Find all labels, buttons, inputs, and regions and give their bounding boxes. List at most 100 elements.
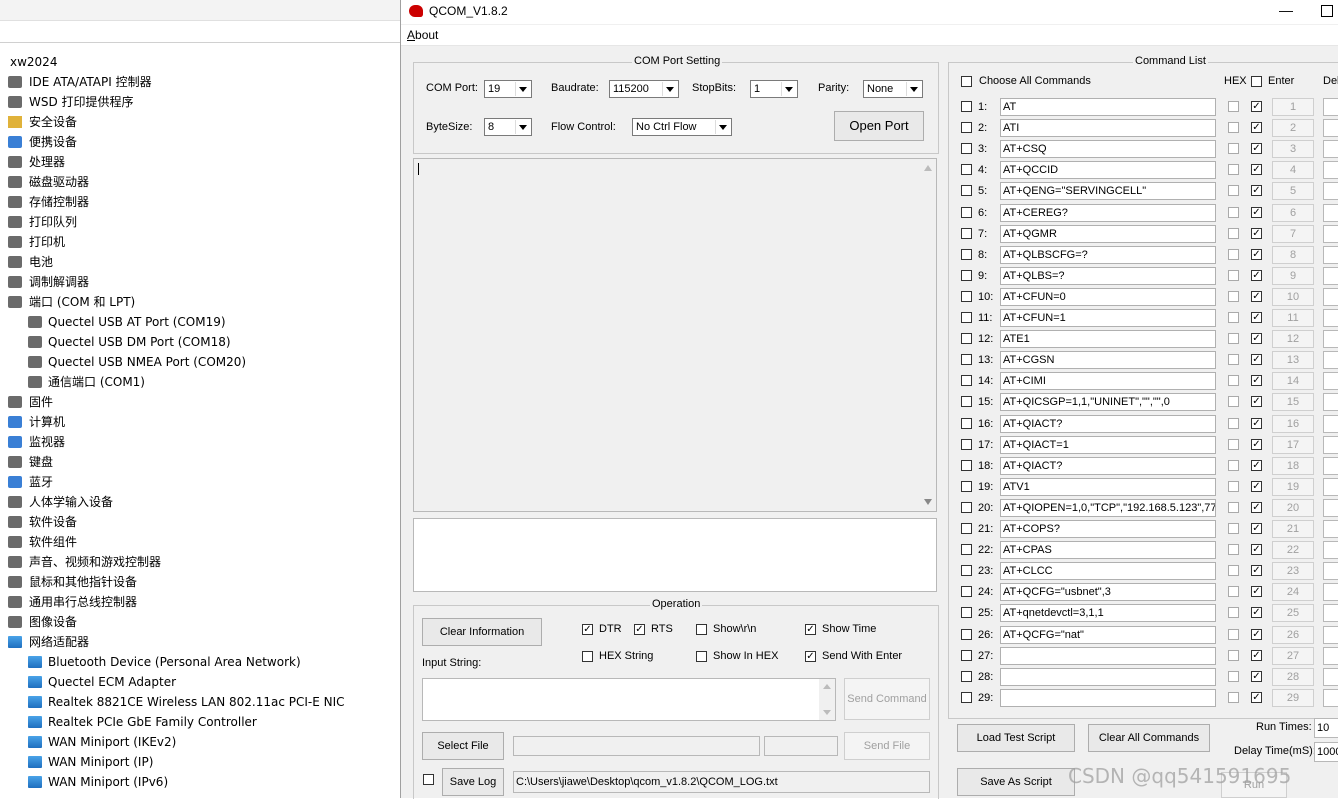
command-select-checkbox[interactable] [961, 649, 972, 661]
command-delay-field[interactable] [1323, 583, 1338, 602]
tree-item[interactable]: 计算机 [0, 412, 400, 432]
command-enter-checkbox[interactable]: ✓ [1251, 565, 1262, 577]
save-log-button[interactable]: Save Log [442, 768, 504, 796]
command-enter-checkbox[interactable]: ✓ [1251, 649, 1262, 661]
command-send-button[interactable]: 22 [1272, 541, 1314, 560]
tree-item[interactable]: 网络适配器 [0, 632, 400, 652]
command-delay-field[interactable] [1323, 266, 1338, 285]
command-hex-checkbox[interactable] [1228, 375, 1239, 387]
save-log-checkbox[interactable] [423, 774, 434, 785]
tree-item[interactable]: 图像设备 [0, 612, 400, 632]
command-hex-checkbox[interactable] [1228, 480, 1239, 492]
command-hex-checkbox[interactable] [1228, 354, 1239, 366]
command-send-button[interactable]: 9 [1272, 266, 1314, 285]
command-select-checkbox[interactable] [961, 544, 972, 556]
tree-item[interactable]: WAN Miniport (IKEv2) [0, 732, 400, 752]
command-delay-field[interactable] [1323, 287, 1338, 306]
tree-item[interactable]: 软件设备 [0, 512, 400, 532]
command-input[interactable]: AT+QENG="SERVINGCELL" [1000, 182, 1216, 201]
command-send-button[interactable]: 6 [1272, 203, 1314, 222]
flow-control-select[interactable]: No Ctrl Flow [632, 118, 732, 136]
tree-item[interactable]: 监视器 [0, 432, 400, 452]
command-enter-checkbox[interactable]: ✓ [1251, 544, 1262, 556]
command-send-button[interactable]: 13 [1272, 351, 1314, 370]
command-select-checkbox[interactable] [961, 206, 972, 218]
command-input[interactable] [1000, 646, 1216, 665]
command-send-button[interactable]: 24 [1272, 583, 1314, 602]
tree-item[interactable]: Realtek 8821CE Wireless LAN 802.11ac PCI… [0, 692, 400, 712]
command-delay-field[interactable] [1323, 203, 1338, 222]
command-enter-checkbox[interactable]: ✓ [1251, 122, 1262, 134]
command-input[interactable]: AT+CGSN [1000, 351, 1216, 370]
command-select-checkbox[interactable] [961, 565, 972, 577]
select-file-button[interactable]: Select File [422, 732, 504, 760]
hex-string-checkbox[interactable] [582, 651, 593, 662]
command-delay-field[interactable] [1323, 477, 1338, 496]
command-delay-field[interactable] [1323, 520, 1338, 538]
clear-all-commands-button[interactable]: Clear All Commands [1088, 724, 1210, 752]
stopbits-select[interactable]: 1 [750, 80, 798, 98]
command-enter-checkbox[interactable]: ✓ [1251, 438, 1262, 450]
command-input[interactable]: AT+QGMR [1000, 224, 1216, 243]
tree-item[interactable]: 便携设备 [0, 132, 400, 152]
command-hex-checkbox[interactable] [1228, 248, 1239, 260]
command-select-checkbox[interactable] [961, 438, 972, 450]
command-hex-checkbox[interactable] [1228, 670, 1239, 682]
command-hex-checkbox[interactable] [1228, 565, 1239, 577]
command-delay-field[interactable] [1323, 182, 1338, 201]
command-hex-checkbox[interactable] [1228, 206, 1239, 218]
command-select-checkbox[interactable] [961, 375, 972, 387]
clear-information-button[interactable]: Clear Information [422, 618, 542, 646]
command-input[interactable]: AT [1000, 98, 1216, 116]
dtr-checkbox[interactable]: ✓ [582, 624, 593, 635]
command-enter-checkbox[interactable]: ✓ [1251, 269, 1262, 281]
command-enter-checkbox[interactable]: ✓ [1251, 459, 1262, 471]
command-enter-checkbox[interactable]: ✓ [1251, 333, 1262, 345]
tree-item[interactable]: Realtek PCIe GbE Family Controller [0, 712, 400, 732]
command-send-button[interactable]: 19 [1272, 477, 1314, 496]
command-delay-field[interactable] [1323, 372, 1338, 391]
command-delay-field[interactable] [1323, 562, 1338, 581]
command-send-button[interactable]: 28 [1272, 667, 1314, 686]
receive-text-area[interactable] [413, 158, 937, 512]
save-as-script-button[interactable]: Save As Script [957, 768, 1075, 796]
command-select-checkbox[interactable] [961, 628, 972, 640]
tree-item[interactable]: 打印队列 [0, 212, 400, 232]
command-select-checkbox[interactable] [961, 417, 972, 429]
command-send-button[interactable]: 27 [1272, 646, 1314, 665]
command-delay-field[interactable] [1323, 351, 1338, 370]
command-hex-checkbox[interactable] [1228, 333, 1239, 345]
tree-item[interactable]: 磁盘驱动器 [0, 172, 400, 192]
send-with-enter-checkbox[interactable]: ✓ [805, 651, 816, 662]
command-select-checkbox[interactable] [961, 691, 972, 703]
command-input[interactable]: AT+CFUN=0 [1000, 287, 1216, 306]
command-enter-checkbox[interactable]: ✓ [1251, 227, 1262, 239]
tree-item[interactable]: 调制解调器 [0, 272, 400, 292]
command-delay-field[interactable] [1323, 625, 1338, 644]
tree-item[interactable]: Quectel USB AT Port (COM19) [0, 312, 400, 332]
command-input[interactable]: AT+QLBSCFG=? [1000, 245, 1216, 264]
command-delay-field[interactable] [1323, 667, 1338, 686]
command-delay-field[interactable] [1323, 330, 1338, 349]
command-send-button[interactable]: 16 [1272, 414, 1314, 433]
command-hex-checkbox[interactable] [1228, 417, 1239, 429]
command-delay-field[interactable] [1323, 541, 1338, 560]
command-select-checkbox[interactable] [961, 312, 972, 323]
command-send-button[interactable]: 14 [1272, 372, 1314, 391]
command-delay-field[interactable] [1323, 604, 1338, 623]
command-send-button[interactable]: 12 [1272, 330, 1314, 349]
tree-item[interactable]: 安全设备 [0, 112, 400, 132]
tree-item[interactable]: 通用串行总线控制器 [0, 592, 400, 612]
command-hex-checkbox[interactable] [1228, 143, 1239, 155]
scroll-down-icon[interactable] [823, 710, 831, 715]
parity-select[interactable]: None [863, 80, 923, 98]
command-enter-checkbox[interactable]: ✓ [1251, 101, 1262, 112]
command-send-button[interactable]: 17 [1272, 435, 1314, 454]
command-select-checkbox[interactable] [961, 586, 972, 598]
command-delay-field[interactable] [1323, 161, 1338, 180]
scroll-down-icon[interactable] [924, 499, 932, 505]
command-enter-checkbox[interactable]: ✓ [1251, 143, 1262, 155]
command-input[interactable]: AT+QICSGP=1,1,"UNINET","","",0 [1000, 393, 1216, 412]
delay-time-field[interactable]: 1000 [1314, 742, 1338, 762]
command-enter-checkbox[interactable]: ✓ [1251, 586, 1262, 598]
